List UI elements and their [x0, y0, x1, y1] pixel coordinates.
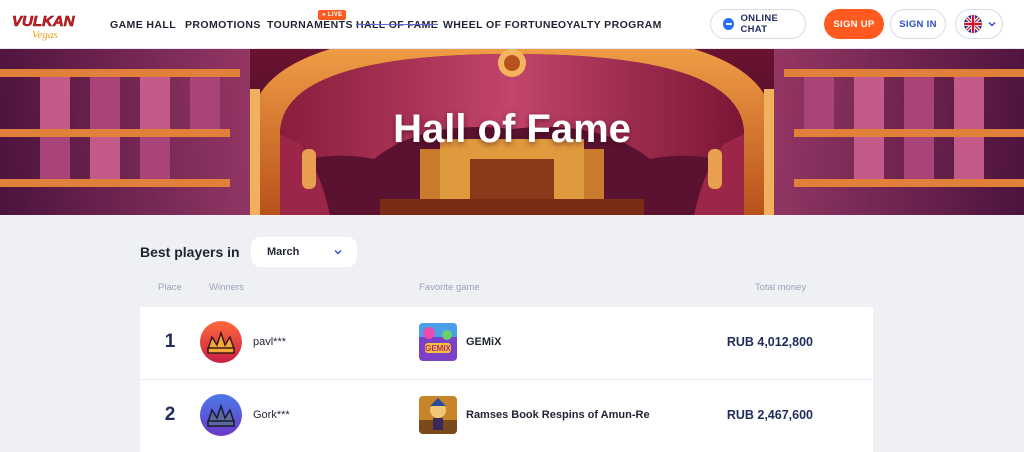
sign-in-button[interactable]: SIGN IN [890, 9, 946, 39]
game-thumbnail[interactable]: GEMIX [419, 323, 457, 361]
top-navigation-bar: VULKAN Vegas GAME HALL PROMOTIONS TOURNA… [0, 0, 1024, 49]
game-thumbnail[interactable] [419, 396, 457, 434]
table-row: 1 pavl*** GEMIX GEMiX RUB 4,012,800 [140, 307, 873, 379]
nav-hall-of-fame[interactable]: HALL OF FAME [356, 19, 438, 31]
uk-flag-icon [964, 15, 982, 33]
winner-name: Gork*** [253, 409, 290, 421]
sign-up-button[interactable]: SIGN UP [824, 9, 884, 39]
hero-banner: Hall of Fame [0, 49, 1024, 215]
favorite-game-link[interactable]: Ramses Book Respins of Amun-Re [466, 409, 650, 421]
column-header-place: Place [158, 282, 182, 293]
live-badge: ● LIVE [318, 10, 347, 20]
best-players-label: Best players in [140, 244, 240, 260]
place-number: 2 [164, 404, 176, 425]
nav-wheel-of-fortune[interactable]: WHEEL OF FORTUNE [443, 19, 558, 31]
nav-tournaments[interactable]: TOURNAMENTS [267, 19, 353, 31]
online-chat-button[interactable]: ONLINE CHAT [710, 9, 806, 39]
month-selected-value: March [267, 246, 300, 258]
vulkan-logo[interactable]: VULKAN Vegas [10, 9, 90, 41]
nav-loyalty-program[interactable]: LOYALTY PROGRAM [551, 19, 662, 31]
online-chat-label: ONLINE CHAT [740, 13, 779, 35]
month-dropdown[interactable]: March [251, 237, 357, 267]
player-avatar [200, 394, 242, 436]
place-number: 1 [164, 331, 176, 352]
total-money: RUB 4,012,800 [726, 335, 813, 349]
column-header-winners: Winners [209, 282, 244, 293]
column-header-total-money: Total money [755, 282, 807, 293]
nav-promotions[interactable]: PROMOTIONS [185, 19, 261, 31]
favorite-game-link[interactable]: GEMiX [466, 336, 501, 348]
page-title: Hall of Fame [393, 107, 631, 151]
chat-bubble-icon [723, 18, 735, 30]
nav-game-hall[interactable]: GAME HALL [110, 19, 176, 31]
table-row: 2 Gork*** Ramses Book Respins of Amun-Re… [140, 380, 873, 452]
chevron-down-icon [334, 250, 342, 255]
svg-text:Vegas: Vegas [32, 29, 58, 41]
svg-text:VULKAN: VULKAN [12, 13, 76, 30]
player-avatar [200, 321, 242, 363]
language-selector[interactable] [955, 9, 1003, 39]
chevron-down-icon [988, 22, 996, 27]
svg-text:GEMIX: GEMIX [425, 344, 451, 353]
hall-of-fame-content: Best players in March Place Winners Favo… [0, 215, 1024, 452]
winner-name: pavl*** [253, 336, 287, 348]
column-header-favorite-game: Favorite game [419, 282, 480, 293]
total-money: RUB 2,467,600 [726, 408, 813, 422]
